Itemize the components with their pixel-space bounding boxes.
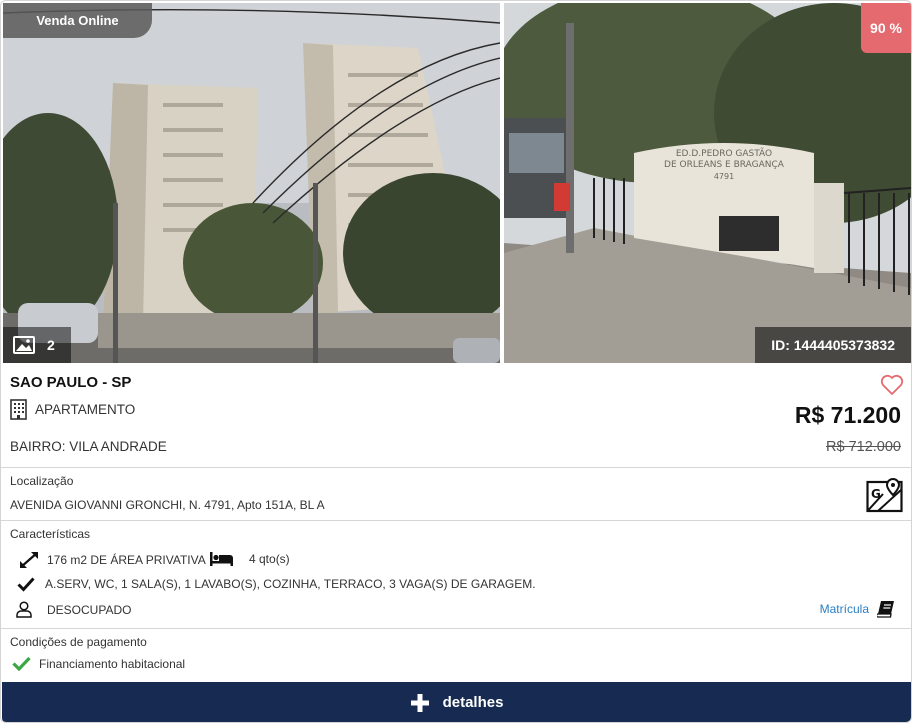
svg-text:DE ORLEANS E BRAGANÇA: DE ORLEANS E BRAGANÇA [664, 160, 785, 170]
rooms-feature: 4 qto(s) [209, 551, 290, 567]
green-check-icon [12, 656, 31, 671]
svg-text:ED.D.PEDRO GASTÃO: ED.D.PEDRO GASTÃO [676, 148, 772, 159]
sale-type-badge: Venda Online [3, 3, 152, 38]
neighborhood: BAIRRO: VILA ANDRADE [10, 439, 167, 454]
svg-text:G: G [871, 487, 881, 501]
city-title: SAO PAULO - SP [10, 374, 132, 391]
expand-arrows-icon [20, 552, 38, 568]
plus-icon [410, 693, 429, 712]
registry-link-label[interactable]: Matrícula [820, 602, 869, 616]
property-type: APARTAMENTO [10, 399, 135, 420]
heart-icon[interactable] [880, 374, 904, 396]
map-pin-icon[interactable]: G [866, 476, 903, 513]
property-id-badge: ID: 1444405373832 [755, 327, 911, 363]
photo-buildings[interactable] [3, 3, 500, 363]
book-icon [877, 601, 894, 618]
divider [1, 520, 911, 521]
area-feature: 176 m2 DE ÁREA PRIVATIVA [19, 551, 206, 569]
building-icon [10, 399, 27, 420]
photo-gallery[interactable]: ED.D.PEDRO GASTÃO DE ORLEANS E BRAGANÇA … [1, 1, 911, 364]
photo-count: 2 [47, 337, 55, 353]
payment-label: Condições de pagamento [10, 635, 147, 649]
occupancy-text: DESOCUPADO [47, 602, 132, 617]
divider [1, 628, 911, 629]
old-price: R$ 712.000 [826, 439, 901, 455]
details-button[interactable]: detalhes [2, 682, 911, 722]
property-card: ED.D.PEDRO GASTÃO DE ORLEANS E BRAGANÇA … [0, 0, 912, 723]
divider [1, 467, 911, 468]
area-text: 176 m2 DE ÁREA PRIVATIVA [47, 553, 206, 567]
discount-badge: 90 % [861, 3, 911, 53]
features-label: Características [10, 527, 91, 541]
image-icon [13, 336, 35, 354]
property-type-label: APARTAMENTO [35, 402, 136, 417]
location-label: Localização [10, 474, 74, 488]
price: R$ 71.200 [794, 402, 901, 428]
address: AVENIDA GIOVANNI GRONCHI, N. 4791, Apto … [10, 498, 325, 512]
rooms-text: 4 qto(s) [249, 552, 290, 566]
registry-link[interactable]: Matrícula [820, 600, 895, 618]
svg-text:4791: 4791 [714, 172, 734, 181]
photo-count-badge[interactable]: 2 [3, 327, 71, 363]
extras-text: A.SERV, WC, 1 SALA(S), 1 LAVABO(S), COZI… [45, 577, 536, 591]
extras-feature: A.SERV, WC, 1 SALA(S), 1 LAVABO(S), COZI… [17, 576, 536, 592]
check-icon [17, 577, 35, 592]
photo-entrance[interactable]: ED.D.PEDRO GASTÃO DE ORLEANS E BRAGANÇA … [504, 3, 911, 363]
payment-option-text: Financiamento habitacional [39, 656, 186, 671]
payment-option: Financiamento habitacional [12, 656, 185, 671]
bed-icon [210, 552, 233, 566]
details-button-label: detalhes [442, 694, 504, 711]
user-icon [16, 601, 32, 618]
occupancy-feature: DESOCUPADO [16, 601, 131, 618]
